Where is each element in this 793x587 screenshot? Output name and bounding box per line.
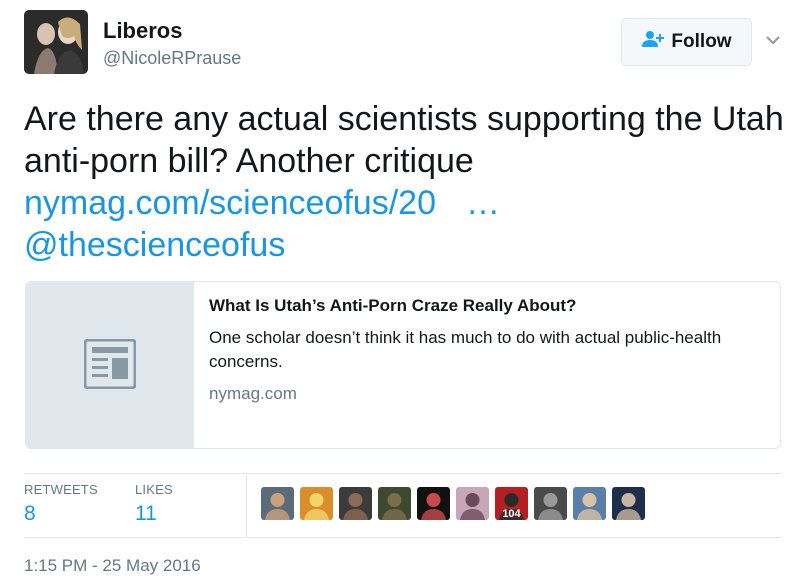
retweets-stat[interactable]: RETWEETS 8 [24, 482, 98, 526]
tweet-timestamp[interactable]: 1:15 PM - 25 May 2016 [24, 556, 201, 576]
card-thumbnail [26, 282, 194, 448]
liker-avatar-8[interactable] [534, 487, 567, 520]
liker-avatar-6[interactable] [456, 487, 489, 520]
svg-text:104: 104 [502, 508, 521, 520]
follow-button[interactable]: Follow [621, 18, 752, 66]
liker-avatar-9[interactable] [573, 487, 606, 520]
stats-divider-bottom [24, 537, 782, 538]
card-description: One scholar doesn’t think it has much to… [209, 328, 722, 371]
tweet-mention[interactable]: @thescienceofus [24, 226, 285, 264]
add-user-icon [641, 30, 665, 54]
card-title: What Is Utah’s Anti-Porn Craze Really Ab… [209, 296, 577, 315]
card-domain: nymag.com [209, 384, 297, 403]
stats-divider-top [24, 473, 782, 474]
retweets-label: RETWEETS [24, 482, 98, 497]
liker-avatar-10[interactable] [612, 487, 645, 520]
chevron-down-icon[interactable] [764, 33, 782, 47]
author-name[interactable]: Liberos [103, 18, 182, 44]
liker-avatar-5[interactable] [417, 487, 450, 520]
author-avatar[interactable] [24, 10, 88, 74]
liker-avatar-1[interactable] [261, 487, 294, 520]
retweets-count: 8 [24, 502, 36, 525]
tweet-body: Are there any actual scientists supporti… [24, 100, 784, 180]
liker-avatar-3[interactable] [339, 487, 372, 520]
liker-avatar-2[interactable] [300, 487, 333, 520]
article-icon [83, 338, 137, 394]
tweet-link[interactable]: nymag.com/scienceofus/20 [24, 184, 436, 222]
likers-avatars: 104 [261, 487, 645, 520]
stats-separator [246, 474, 247, 537]
likes-stat[interactable]: LIKES 11 [135, 482, 173, 526]
liker-avatar-4[interactable] [378, 487, 411, 520]
liker-avatar-7[interactable]: 104 [495, 487, 528, 520]
link-card[interactable]: What Is Utah’s Anti-Porn Craze Really Ab… [25, 281, 781, 449]
likes-count: 11 [135, 502, 157, 525]
likes-label: LIKES [135, 482, 173, 497]
follow-label: Follow [671, 31, 732, 52]
author-handle[interactable]: @NicoleRPrause [103, 48, 241, 69]
tweet-text: Are there any actual scientists supporti… [24, 98, 784, 266]
tweet-link-ellipsis[interactable]: … [466, 184, 500, 222]
